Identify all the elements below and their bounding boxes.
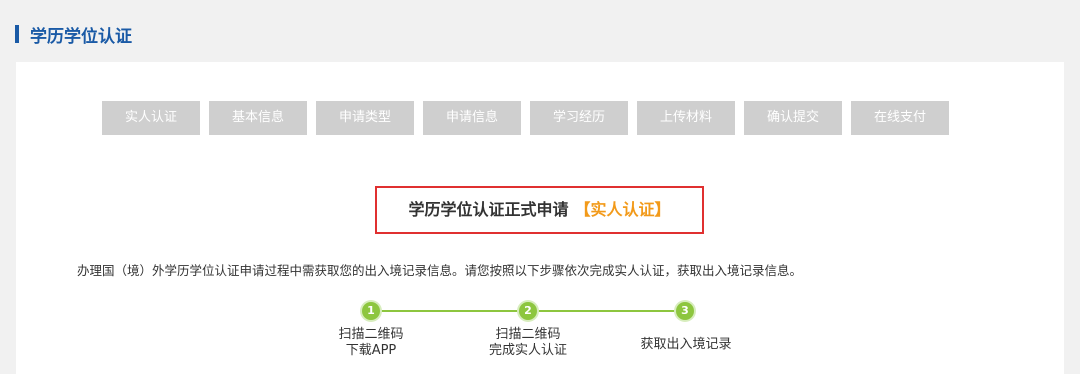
step-tab-application-type[interactable]: 申请类型 [316, 101, 414, 135]
step-tab-payment[interactable]: 在线支付 [851, 101, 949, 135]
step-tab-application-info[interactable]: 申请信息 [423, 101, 521, 135]
step-tab-basic-info[interactable]: 基本信息 [209, 101, 307, 135]
progress-dot-2: 2 [519, 302, 537, 320]
progress-label-1-line1: 扫描二维码 [338, 327, 404, 342]
progress-line-2 [529, 310, 686, 312]
progress-label-2-line2: 完成实人认证 [488, 343, 567, 358]
progress-tracker: 1 2 3 扫描二维码 下载APP 扫描二维码 完成实人认证 获取出入境记录 [16, 300, 1064, 374]
step-tab-confirm[interactable]: 确认提交 [744, 101, 842, 135]
progress-dot-1: 1 [362, 302, 380, 320]
main-panel: 实人认证 基本信息 申请类型 申请信息 学习经历 上传材料 确认提交 在线支付 … [16, 62, 1064, 374]
progress-line-1 [371, 310, 529, 312]
title-accent-bar [15, 25, 19, 43]
progress-label-3-line1: 获取出入境记录 [640, 337, 732, 352]
highlight-box: 学历学位认证正式申请 【实人认证】 [375, 186, 704, 234]
progress-label-1-line2: 下载APP [345, 343, 397, 358]
form-title-main: 学历学位认证正式申请 [408, 200, 569, 219]
form-title-step: 【实人认证】 [574, 200, 671, 219]
progress-label-1: 扫描二维码 下载APP [311, 327, 431, 359]
page-title: 学历学位认证 [30, 27, 132, 47]
step-tab-study-history[interactable]: 学习经历 [530, 101, 628, 135]
intro-text: 办理国（境）外学历学位认证申请过程中需获取您的出入境记录信息。请您按照以下步骤依… [77, 263, 803, 278]
page-header: 学历学位认证 [0, 0, 1080, 62]
progress-dot-3: 3 [676, 302, 694, 320]
progress-label-2-line1: 扫描二维码 [495, 327, 561, 342]
form-title: 学历学位认证正式申请 【实人认证】 [377, 188, 702, 232]
step-tab-upload[interactable]: 上传材料 [637, 101, 735, 135]
progress-label-3: 获取出入境记录 [626, 337, 746, 353]
progress-label-2: 扫描二维码 完成实人认证 [468, 327, 588, 359]
step-tab-identity[interactable]: 实人认证 [102, 101, 200, 135]
